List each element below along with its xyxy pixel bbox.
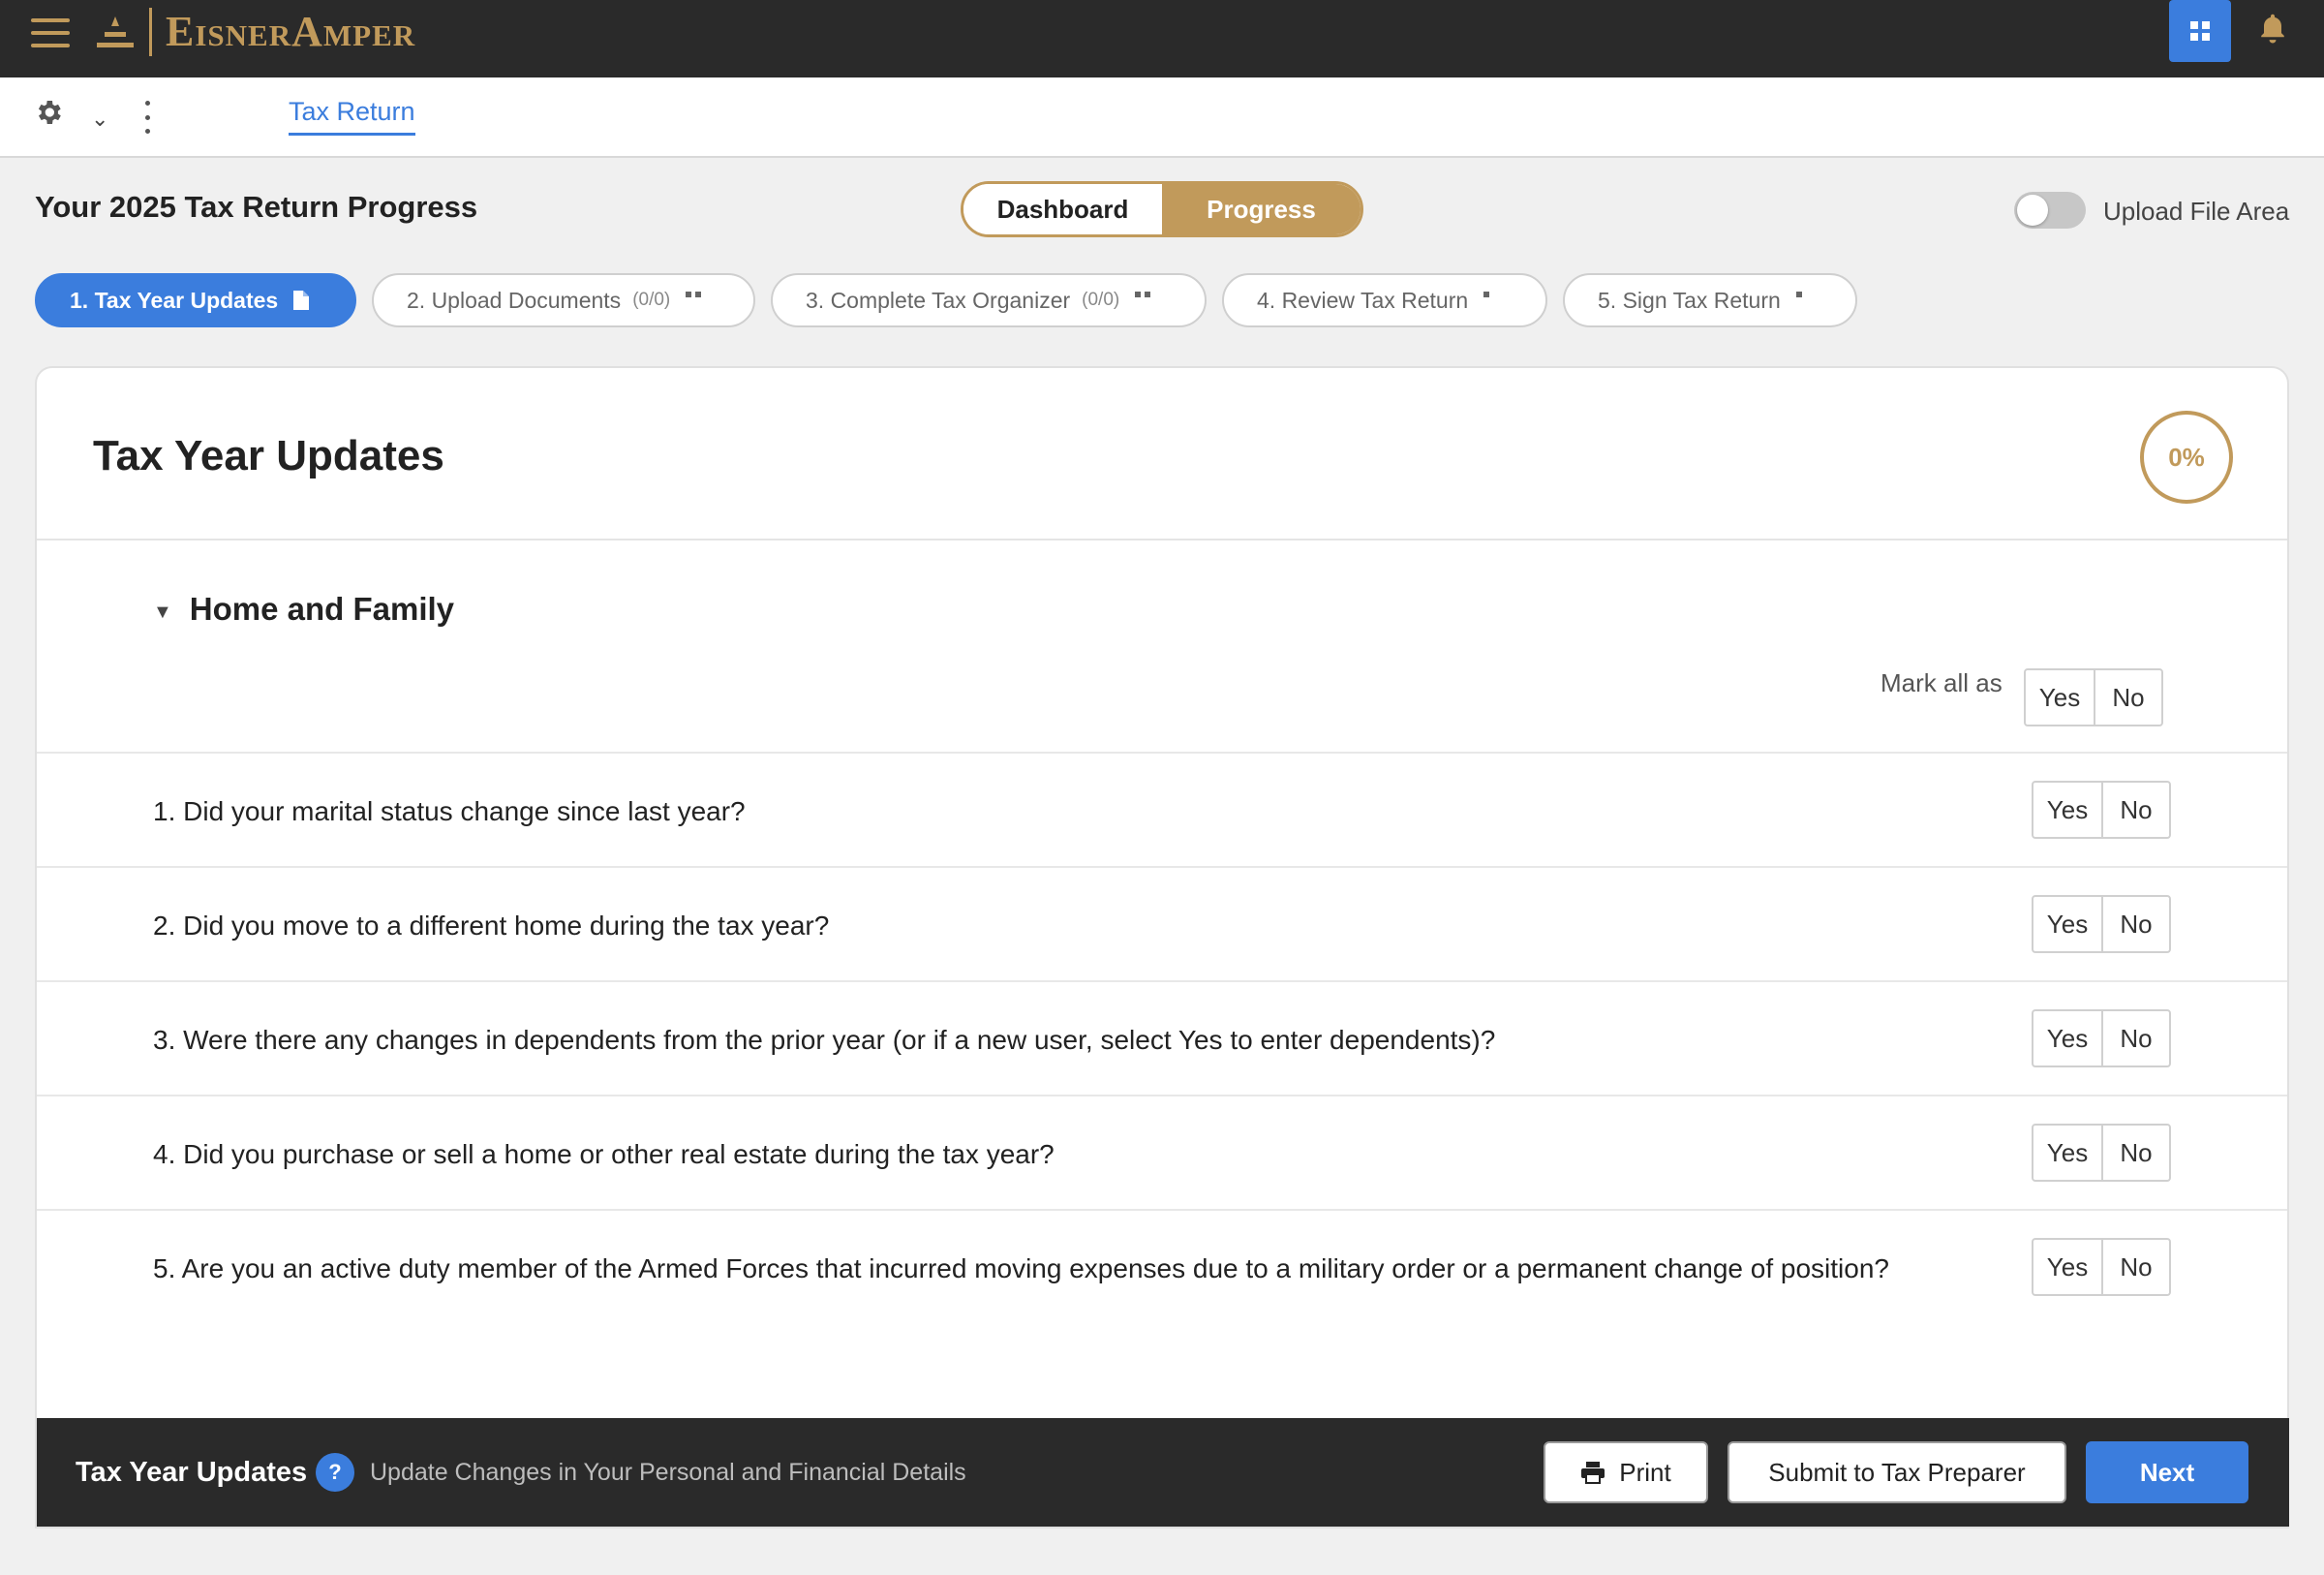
logo-mark	[97, 16, 134, 47]
no-button[interactable]: No	[2101, 1011, 2169, 1065]
status-dots-icon	[1135, 292, 1151, 297]
grid-icon	[2190, 21, 2210, 41]
upload-file-area-label: Upload File Area	[2103, 197, 2290, 226]
status-dot-icon	[1483, 292, 1490, 297]
divider	[37, 1209, 2287, 1211]
step-label: 2. Upload Documents	[407, 287, 622, 313]
toggle-dashboard[interactable]: Dashboard	[963, 184, 1162, 234]
footer-bar: Tax Year Updates ? Update Changes in You…	[37, 1418, 2289, 1527]
logo[interactable]: EisnerAmper	[95, 8, 415, 56]
caret-down-icon: ▼	[153, 601, 172, 623]
question-1-yes-no: Yes No	[2032, 781, 2171, 839]
question-5-yes-no: Yes No	[2032, 1238, 2171, 1296]
mark-all-yes-no: Yes No	[2024, 668, 2163, 726]
help-icon[interactable]: ?	[316, 1453, 354, 1492]
no-button[interactable]: No	[2101, 1126, 2169, 1180]
yes-button[interactable]: Yes	[2034, 1011, 2101, 1065]
question-2: 2. Did you move to a different home duri…	[153, 911, 830, 941]
tax-year-updates-card: Tax Year Updates 0% ▼ Home and Family Ma…	[35, 366, 2289, 1529]
view-toggle: Dashboard Progress	[961, 181, 1363, 237]
question-3: 3. Were there any changes in dependents …	[153, 1025, 1496, 1055]
card-title: Tax Year Updates	[93, 432, 444, 479]
yes-button[interactable]: Yes	[2034, 1126, 2101, 1180]
mark-all-label: Mark all as	[1881, 668, 2003, 697]
bell-icon[interactable]	[2256, 12, 2289, 46]
apps-button[interactable]	[2169, 0, 2231, 62]
question-3-yes-no: Yes No	[2032, 1009, 2171, 1067]
yes-button[interactable]: Yes	[2034, 783, 2101, 837]
toggle-progress[interactable]: Progress	[1162, 184, 1361, 234]
no-button[interactable]: No	[2101, 783, 2169, 837]
kebab-icon[interactable]	[143, 101, 151, 134]
divider	[37, 980, 2287, 982]
document-icon	[293, 291, 310, 310]
question-2-yes-no: Yes No	[2032, 895, 2171, 953]
card-header: Tax Year Updates 0%	[37, 368, 2287, 540]
top-bar: EisnerAmper	[0, 0, 2324, 77]
divider	[37, 752, 2287, 754]
question-5: 5. Are you an active duty member of the …	[153, 1253, 1889, 1283]
progress-ring: 0%	[2140, 411, 2233, 504]
yes-button[interactable]: Yes	[2034, 897, 2101, 951]
upload-file-area-switch[interactable]	[2014, 192, 2086, 229]
step-label: 4. Review Tax Return	[1257, 287, 1469, 313]
hamburger-icon[interactable]	[29, 15, 72, 50]
step-sign-tax-return[interactable]: 5. Sign Tax Return	[1563, 273, 1857, 327]
switch-knob	[2017, 195, 2048, 226]
no-button[interactable]: No	[2101, 897, 2169, 951]
footer-subtitle: Update Changes in Your Personal and Fina…	[370, 1459, 966, 1486]
tab-tax-return[interactable]: Tax Return	[289, 97, 415, 136]
divider	[37, 866, 2287, 868]
page-title: Your 2025 Tax Return Progress	[35, 190, 478, 224]
step-count: (0/0)	[632, 290, 671, 310]
logo-text: EisnerAmper	[166, 8, 416, 55]
section-title: Home and Family	[189, 591, 455, 627]
print-button[interactable]: Print	[1544, 1441, 1708, 1503]
step-review-tax-return[interactable]: 4. Review Tax Return	[1222, 273, 1547, 327]
question-1: 1. Did your marital status change since …	[153, 796, 746, 826]
logo-divider	[149, 8, 152, 56]
step-label: 5. Sign Tax Return	[1598, 287, 1781, 313]
status-dot-icon	[1795, 292, 1802, 297]
step-label: 1. Tax Year Updates	[70, 287, 279, 313]
printer-icon	[1581, 1462, 1605, 1484]
submit-to-tax-preparer-button[interactable]: Submit to Tax Preparer	[1728, 1441, 2066, 1503]
step-complete-tax-organizer[interactable]: 3. Complete Tax Organizer (0/0)	[771, 273, 1207, 327]
question-4: 4. Did you purchase or sell a home or ot…	[153, 1139, 1055, 1169]
print-label: Print	[1619, 1457, 1671, 1487]
step-tax-year-updates[interactable]: 1. Tax Year Updates	[35, 273, 356, 327]
divider	[37, 1095, 2287, 1096]
next-button[interactable]: Next	[2086, 1441, 2248, 1503]
no-button[interactable]: No	[2101, 1240, 2169, 1294]
mark-all-yes-button[interactable]: Yes	[2026, 670, 2094, 725]
footer-title: Tax Year Updates	[76, 1457, 308, 1488]
gear-icon[interactable]	[33, 97, 64, 128]
yes-button[interactable]: Yes	[2034, 1240, 2101, 1294]
status-dots-icon	[686, 292, 702, 297]
question-4-yes-no: Yes No	[2032, 1124, 2171, 1182]
step-count: (0/0)	[1082, 290, 1120, 310]
mark-all-no-button[interactable]: No	[2094, 670, 2161, 725]
step-upload-documents[interactable]: 2. Upload Documents (0/0)	[372, 273, 755, 327]
chevron-down-icon[interactable]: ⌄	[91, 107, 108, 132]
section-home-and-family[interactable]: ▼ Home and Family	[153, 591, 454, 628]
step-label: 3. Complete Tax Organizer	[806, 287, 1071, 313]
